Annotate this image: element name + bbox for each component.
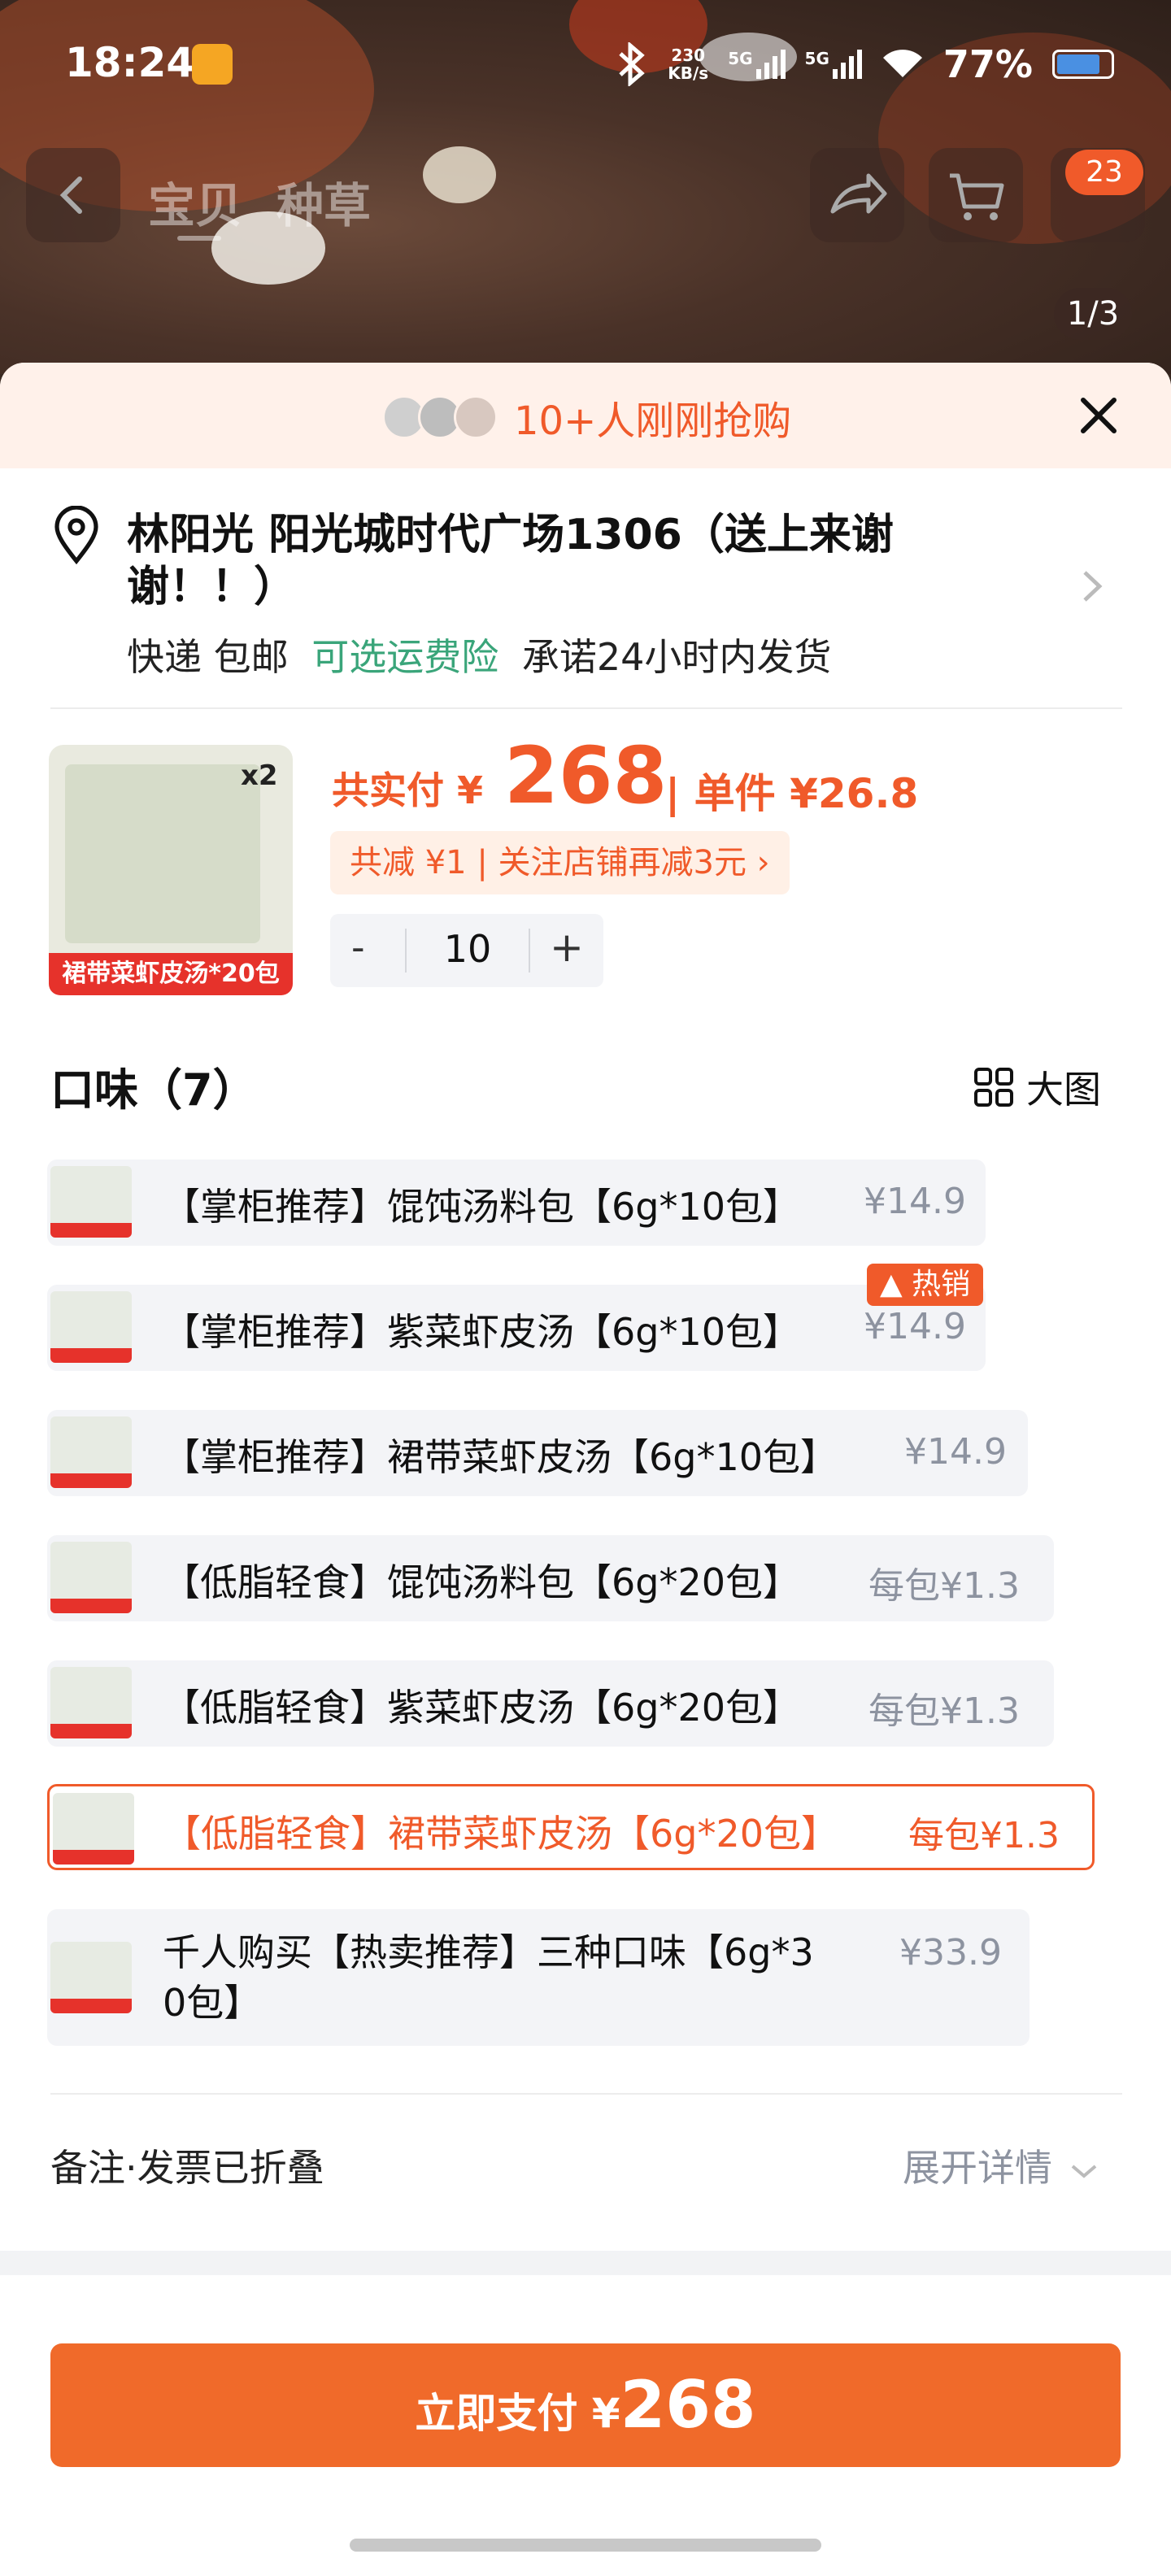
cart-icon: [950, 173, 1004, 220]
flavor-option[interactable]: 【低脂轻食】馄饨汤料包【6g*20包】 每包¥1.3: [47, 1535, 1054, 1621]
location-pin-icon: [54, 506, 98, 564]
flavor-name: 【掌柜推荐】紫菜虾皮汤【6g*10包】: [163, 1310, 800, 1354]
flavor-price: ¥14.9: [904, 1431, 1007, 1473]
product-thumbnail[interactable]: x2: [49, 745, 293, 989]
avatar: [454, 395, 498, 439]
share-button[interactable]: [810, 148, 904, 242]
cart-button[interactable]: [929, 148, 1023, 242]
shipping-method: 快递 包邮: [127, 635, 289, 679]
quantity-plus-button[interactable]: +: [550, 924, 584, 971]
flavor-option[interactable]: 【掌柜推荐】馄饨汤料包【6g*10包】 ¥14.9: [47, 1160, 986, 1246]
tab-item[interactable]: 宝贝: [148, 168, 242, 236]
flavor-name: 【低脂轻食】馄饨汤料包【6g*20包】: [163, 1560, 800, 1604]
tab-seed[interactable]: 种草: [276, 168, 371, 236]
flavor-thumbnail: [50, 1542, 132, 1613]
flavor-option[interactable]: 【掌柜推荐】紫菜虾皮汤【6g*10包】 ¥14.9: [47, 1285, 986, 1371]
flavor-name: 【低脂轻食】紫菜虾皮汤【6g*20包】: [163, 1686, 800, 1730]
flavor-thumbnail: [50, 1291, 132, 1363]
flavor-price: 每包¥1.3: [868, 1565, 1020, 1607]
total-price: 268: [504, 730, 668, 821]
discount-info[interactable]: 共减 ¥1 | 关注店铺再减3元 ›: [330, 831, 790, 894]
quantity-stepper: - 10 +: [330, 914, 603, 987]
flavor-price: 每包¥1.3: [868, 1690, 1020, 1732]
unit-price: | 单件 ¥26.8: [665, 770, 919, 817]
signal-icon: 5G: [728, 50, 786, 79]
pay-now-button[interactable]: 立即支付 ¥268: [50, 2343, 1121, 2467]
pay-label: 立即支付 ¥: [415, 2390, 620, 2437]
image-page-indicator: 1/3: [1054, 288, 1132, 340]
delivery-promise: 承诺24小时内发货: [521, 635, 832, 679]
flavor-thumbnail: [50, 1942, 132, 2013]
chevron-right-icon[interactable]: [1080, 568, 1104, 605]
flavor-price: 每包¥1.3: [908, 1815, 1060, 1856]
flavor-thumbnail: [50, 1416, 132, 1488]
status-indicators: 230 KB/s 5G 5G 77%: [616, 42, 1114, 86]
battery-percent: 77%: [942, 42, 1033, 86]
product-package-image: [65, 764, 260, 943]
flavor-option[interactable]: 千人购买【热卖推荐】三种口味【6g*3 0包】 ¥33.9: [47, 1909, 1030, 2046]
flavor-option[interactable]: 【低脂轻食】紫菜虾皮汤【6g*20包】 每包¥1.3: [47, 1660, 1054, 1747]
product-multiplier: x2: [241, 759, 278, 792]
home-indicator[interactable]: [350, 2539, 821, 2552]
expand-details-button[interactable]: 展开详情: [903, 2139, 1099, 2192]
delivery-address[interactable]: 林阳光 阳光城时代广场1306（送上来谢谢！！）: [127, 509, 973, 613]
flavor-thumbnail: [50, 1667, 132, 1738]
share-icon: [830, 173, 887, 214]
quantity-minus-button[interactable]: -: [351, 925, 365, 969]
grid-icon: [974, 1068, 1013, 1107]
hot-sale-badge: ▲ 热销: [867, 1264, 984, 1306]
quantity-value[interactable]: 10: [407, 927, 529, 971]
flavor-option[interactable]: 【掌柜推荐】裙带菜虾皮汤【6g*10包】 ¥14.9: [47, 1410, 1028, 1496]
recent-buyers-text: 10+人刚刚抢购: [514, 398, 792, 444]
flavor-thumbnail: [50, 1166, 132, 1238]
shipping-info: 快递 包邮 可选运费险 承诺24小时内发货: [127, 628, 842, 681]
flavor-section-title: 口味（7）: [50, 1064, 257, 1116]
flavor-thumbnail: [53, 1793, 134, 1865]
divider: [50, 2093, 1122, 2095]
shipping-insurance-link[interactable]: 可选运费险: [311, 635, 498, 679]
chevron-down-icon: [1071, 2165, 1096, 2178]
divider: [529, 929, 530, 973]
flavor-price: ¥14.9: [864, 1181, 966, 1222]
flavor-name: 千人购买【热卖推荐】三种口味【6g*3 0包】: [163, 1930, 814, 2025]
wifi-icon: [882, 50, 922, 77]
flame-icon: ▲: [880, 1268, 903, 1301]
divider: [50, 707, 1122, 709]
signal-icon: 5G: [805, 50, 862, 79]
network-speed: 230 KB/s: [668, 46, 709, 83]
flavor-price: ¥14.9: [864, 1306, 966, 1347]
back-button[interactable]: [26, 148, 120, 242]
chevron-left-icon: [59, 176, 82, 214]
big-image-toggle[interactable]: 大图: [973, 1060, 1101, 1114]
flavor-name: 【掌柜推荐】裙带菜虾皮汤【6g*10包】: [163, 1435, 838, 1479]
battery-icon: [1052, 50, 1114, 79]
total-label: 共实付 ¥: [332, 768, 484, 812]
pay-amount: 268: [620, 2367, 756, 2443]
hero-decor: [423, 146, 496, 203]
flavor-name: 【掌柜推荐】馄饨汤料包【6g*10包】: [163, 1185, 800, 1229]
big-image-label: 大图: [1026, 1068, 1101, 1112]
tab-indicator: [177, 236, 221, 241]
close-icon[interactable]: [1070, 387, 1127, 444]
flavor-option-selected[interactable]: 【低脂轻食】裙带菜虾皮汤【6g*20包】 每包¥1.3: [47, 1784, 1095, 1870]
product-tag: 裙带菜虾皮汤*20包: [49, 953, 293, 995]
notification-badge: 23: [1065, 150, 1143, 195]
flavor-price: ¥33.9: [899, 1932, 1002, 1973]
section-separator: [0, 2251, 1171, 2275]
app-notification-icon: [192, 44, 233, 85]
purchase-sheet: 10+人刚刚抢购 林阳光 阳光城时代广场1306（送上来谢谢！！） 快递 包邮 …: [0, 363, 1171, 2576]
notes-invoice-label: 备注·发票已折叠: [50, 2146, 324, 2190]
flavor-name: 【低脂轻食】裙带菜虾皮汤【6g*20包】: [163, 1812, 838, 1856]
status-time: 18:24: [65, 39, 195, 86]
recent-buyers-banner: 10+人刚刚抢购: [0, 363, 1171, 468]
bluetooth-icon: [619, 42, 646, 86]
